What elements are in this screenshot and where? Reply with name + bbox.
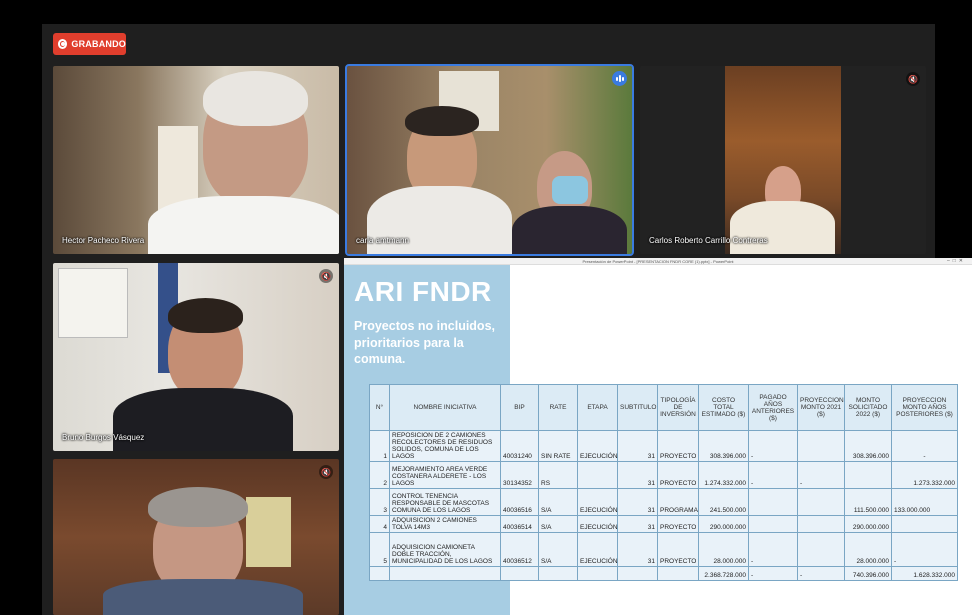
table-row: 3 CONTROL TENENCIA RESPONSABLE DE MASCOT… <box>369 488 958 516</box>
column-header: NOMBRE INICIATIVA <box>389 384 501 431</box>
participant-name: carla amtmann <box>356 236 409 245</box>
window-controls[interactable]: –□✕ <box>947 258 966 265</box>
column-header: TIPOLOGÍA DE INVERSIÓN <box>657 384 699 431</box>
ppt-window-title: Presentación de PowerPoint - [PRESENTACI… <box>582 259 734 264</box>
wall-poster <box>246 497 291 567</box>
participant-name: Bruno Burgos Vásquez <box>62 433 145 442</box>
speaking-indicator-icon <box>612 71 627 86</box>
column-header: PROYECCION MONTO 2021 ($) <box>797 384 845 431</box>
table-row: 1 REPOSICION DE 2 CAMIONES RECOLECTORES … <box>369 430 958 462</box>
muted-mic-icon: 🔇 <box>319 465 333 479</box>
muted-mic-icon: 🔇 <box>319 269 333 283</box>
column-header: N° <box>369 384 390 431</box>
participant-tile-5[interactable]: 🔇 <box>53 459 339 615</box>
projects-table: N° NOMBRE INICIATIVA BIP RATE ETAPA SUBT… <box>369 384 958 581</box>
face-mask <box>552 176 588 204</box>
column-header: ETAPA <box>577 384 618 431</box>
column-header: PROYECCION MONTO AÑOS POSTERIORES ($) <box>891 384 958 431</box>
column-header: BIP <box>500 384 539 431</box>
shared-screen-presentation[interactable]: Presentación de PowerPoint - [PRESENTACI… <box>344 258 972 615</box>
table-header-row: N° NOMBRE INICIATIVA BIP RATE ETAPA SUBT… <box>369 384 958 431</box>
record-icon <box>58 39 68 49</box>
table-row: 2 MEJORAMIENTO AREA VERDE COSTANERA ALDE… <box>369 461 958 489</box>
column-header: SUBTITULO <box>617 384 658 431</box>
participant-name: Hector Pacheco Rivera <box>62 236 145 245</box>
meeting-window: GRABANDO Hector Pacheco Rivera carla amt… <box>0 0 972 615</box>
table-row: 5 ADQUISICION CAMIONETA DOBLE TRACCIÓN, … <box>369 532 958 567</box>
recording-label: GRABANDO <box>71 39 126 49</box>
participant-tile-3[interactable]: 🔇 Carlos Roberto Carrillo Contreras <box>640 66 926 254</box>
column-header: COSTO TOTAL ESTIMADO ($) <box>698 384 749 431</box>
table-totals-row: 2.368.728.000 - - 740.396.000 1.628.332.… <box>369 566 958 581</box>
column-header: MONTO SOLICITADO 2022 ($) <box>844 384 892 431</box>
participant-video <box>725 66 841 254</box>
muted-mic-icon: 🔇 <box>906 72 920 86</box>
column-header: RATE <box>538 384 578 431</box>
participant-name: Carlos Roberto Carrillo Contreras <box>649 236 768 245</box>
participant-tile-2-active-speaker[interactable]: carla amtmann <box>345 64 634 256</box>
participant-tile-1[interactable]: Hector Pacheco Rivera <box>53 66 339 254</box>
recording-badge[interactable]: GRABANDO <box>53 33 126 55</box>
whiteboard <box>58 268 128 338</box>
table-row: 4 ADQUISICION 2 CAMIONES TOLVA 14M3 4003… <box>369 515 958 533</box>
slide-subtitle: Proyectos no incluidos, prioritarios par… <box>354 319 495 366</box>
column-header: PAGADO AÑOS ANTERIORES ($) <box>748 384 798 431</box>
ppt-title-bar: Presentación de PowerPoint - [PRESENTACI… <box>344 258 972 265</box>
participant-tile-4[interactable]: 🔇 Bruno Burgos Vásquez <box>53 263 339 451</box>
slide-title: ARI FNDR <box>354 276 492 307</box>
